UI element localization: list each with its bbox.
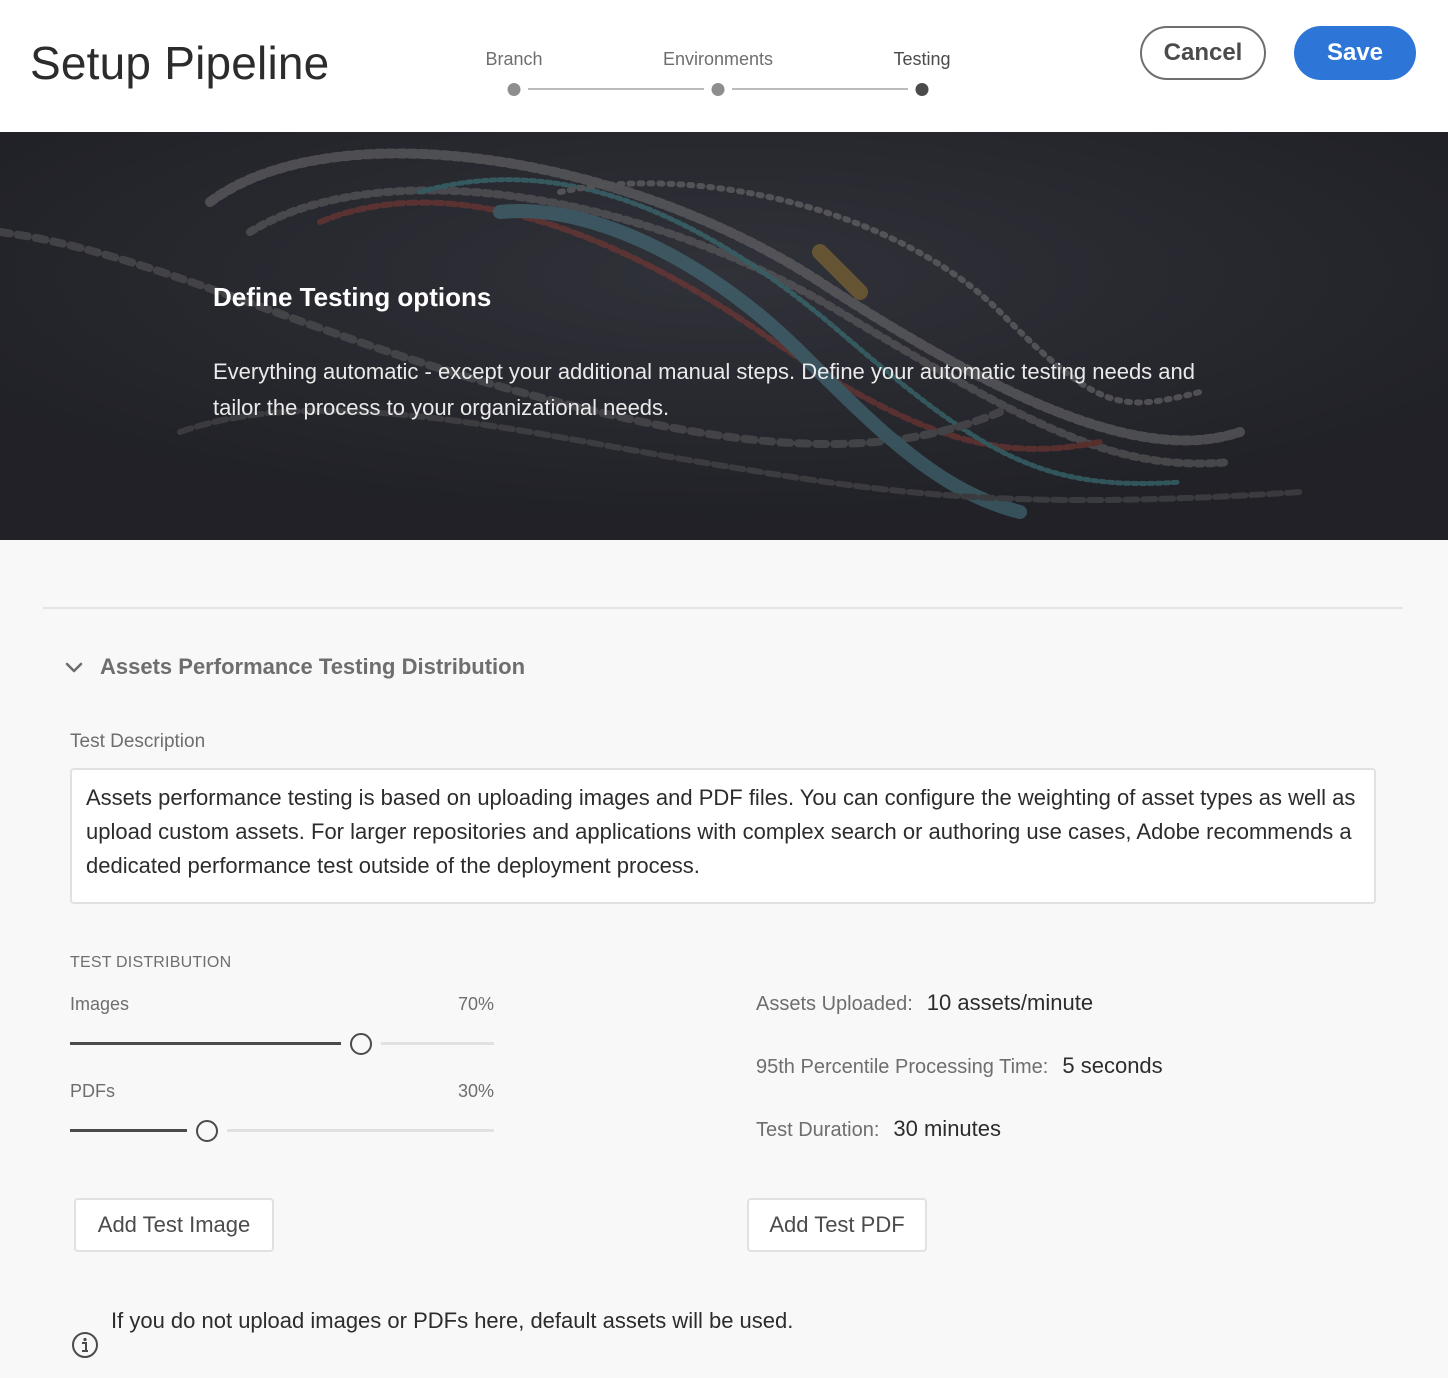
default-assets-info: If you do not upload images or PDFs here…	[111, 1308, 794, 1333]
section-title: Assets Performance Testing Distribution	[100, 654, 526, 679]
step-environments-label[interactable]: Environments	[663, 49, 773, 70]
hero-background-image	[0, 132, 1448, 540]
images-slider-track[interactable]	[380, 1042, 494, 1045]
hero-description: Everything automatic - except your addit…	[213, 359, 1195, 420]
stat-value: 10 assets/minute	[926, 990, 1094, 1015]
cancel-button[interactable]: Cancel	[1140, 26, 1266, 80]
images-slider-value: 70%	[457, 994, 494, 1014]
pdfs-slider-label: PDFs	[70, 1081, 115, 1101]
test-description-field: Assets performance testing is based on u…	[70, 768, 1376, 904]
test-description-label: Test Description	[70, 731, 206, 752]
page-header: Setup Pipeline Branch Environments Testi…	[0, 0, 1448, 132]
chevron-down-icon[interactable]	[62, 655, 86, 679]
stat-label: Assets Uploaded:	[756, 993, 913, 1015]
step-testing-dot[interactable]	[915, 83, 929, 96]
stat-value: 5 seconds	[1062, 1053, 1163, 1078]
step-branch-label[interactable]: Branch	[485, 49, 542, 70]
step-testing-label[interactable]: Testing	[893, 49, 950, 70]
test-distribution-heading: TEST DISTRIBUTION	[70, 954, 232, 971]
stat-label: Test Duration:	[756, 1119, 880, 1141]
stat-test-duration: Test Duration: 30 minutes	[756, 1116, 1001, 1142]
step-connector	[528, 88, 704, 90]
pdfs-slider-value: 30%	[457, 1081, 494, 1101]
step-connector	[732, 88, 908, 90]
pdfs-slider-track[interactable]	[227, 1129, 494, 1132]
info-icon	[72, 1332, 98, 1358]
stat-processing-time: 95th Percentile Processing Time: 5 secon…	[756, 1053, 1163, 1079]
hero-title: Define Testing options	[213, 282, 492, 312]
hero-banner: Define Testing options Everything automa…	[0, 132, 1448, 540]
images-slider-label: Images	[70, 994, 130, 1014]
save-button[interactable]: Save	[1294, 26, 1416, 80]
step-environments-dot[interactable]	[711, 83, 725, 96]
pdfs-slider-track-filled[interactable]	[70, 1129, 188, 1132]
pdfs-slider-thumb[interactable]	[196, 1120, 219, 1142]
stat-label: 95th Percentile Processing Time:	[756, 1056, 1049, 1078]
images-slider-track-filled[interactable]	[70, 1042, 341, 1045]
page-title: Setup Pipeline	[30, 37, 330, 89]
add-test-pdf-button[interactable]: Add Test PDF	[747, 1198, 927, 1252]
images-slider-thumb[interactable]	[349, 1033, 372, 1055]
add-test-image-button[interactable]: Add Test Image	[74, 1198, 274, 1252]
section-divider	[43, 607, 1403, 609]
step-branch-dot[interactable]	[507, 83, 521, 96]
stat-value: 30 minutes	[893, 1116, 1002, 1141]
stat-assets-uploaded: Assets Uploaded: 10 assets/minute	[756, 990, 1093, 1016]
accordion-header[interactable]: Assets Performance Testing Distribution	[62, 654, 525, 680]
